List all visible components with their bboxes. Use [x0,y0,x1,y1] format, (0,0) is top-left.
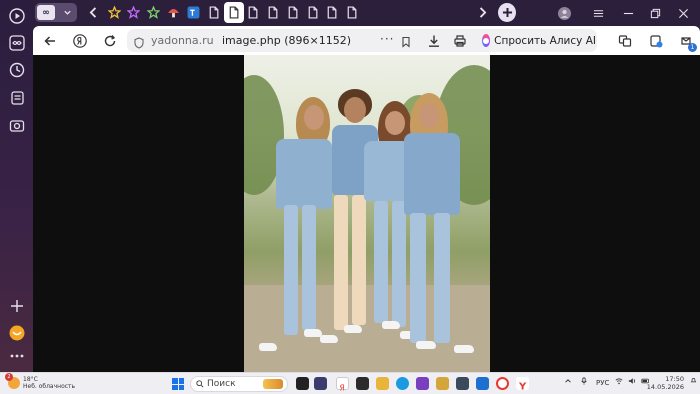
reload-button[interactable] [101,32,119,50]
task-view-icon[interactable] [296,377,309,390]
shield-icon[interactable] [133,34,146,49]
clock-date: 14.05.2026 [646,383,684,391]
chevron-right-icon[interactable] [473,3,491,22]
more-icon[interactable] [7,350,27,362]
download-icon[interactable] [425,32,443,50]
search-highlight-image [263,379,283,389]
url-domain[interactable]: yadonna.ru [151,34,214,47]
document-tab-icon[interactable] [303,3,321,22]
app-yellow-icon[interactable] [436,377,449,390]
document-tab-icon[interactable] [223,2,244,23]
ask-alice-label: Спросить Алису AI [494,34,596,47]
language-indicator[interactable]: РУС [596,379,609,387]
menu-icon[interactable] [589,4,607,22]
file-explorer-icon[interactable] [376,377,389,390]
document-tab-icon[interactable] [323,3,341,22]
screenshot-icon[interactable] [7,116,27,136]
chevron-left-icon[interactable] [84,3,102,22]
start-button[interactable] [172,378,184,390]
translate-icon[interactable] [616,32,634,50]
bookmark-icon[interactable] [400,33,414,48]
edge-icon[interactable] [396,377,409,390]
more-options-icon[interactable]: ··· [380,32,394,46]
star-tab-icon[interactable] [105,3,123,22]
document-tab-icon[interactable] [244,3,262,22]
profile-avatar[interactable] [555,4,573,22]
app-purple-icon[interactable] [416,377,429,390]
volume-icon[interactable] [628,377,636,387]
mushroom-tab-icon[interactable] [164,3,182,22]
play-icon[interactable] [7,6,27,26]
taskbar-search[interactable]: Поиск [190,376,288,392]
app-dark-icon[interactable] [356,377,369,390]
photo[interactable] [244,55,490,372]
infinity-icon[interactable] [7,33,27,53]
restore-icon[interactable] [646,4,664,22]
windows-taskbar: 2 18°C Неб. облачность Поиск Я Y РУС 17:… [0,372,700,394]
weather-widget[interactable]: 2 18°C Неб. облачность [5,373,76,390]
app-shield-icon[interactable] [314,377,327,390]
add-icon[interactable] [7,296,27,316]
zen-app-icon[interactable] [7,323,27,343]
weather-badge: 2 [5,373,13,381]
notification-badge: 1 [688,43,697,52]
yandex-app-icon[interactable]: Y [516,377,529,393]
collections-icon[interactable] [7,88,27,108]
microphone-icon[interactable] [580,377,588,387]
search-placeholder: Поиск [207,379,236,389]
svg-text:Я: Я [340,383,345,392]
opera-icon[interactable] [496,377,509,390]
extension-shield-icon[interactable] [647,32,665,50]
print-icon[interactable] [451,32,469,50]
chevron-down-icon[interactable] [59,5,75,20]
star-tab-icon[interactable] [145,3,163,22]
document-tab-icon[interactable] [263,3,281,22]
alice-icon [482,34,491,47]
document-tab-icon[interactable] [204,3,222,22]
tab-group[interactable]: ∞ [35,3,77,22]
browser-sidebar [0,0,33,372]
weather-condition: Неб. облачность [23,383,76,390]
notifications-icon[interactable]: 1 [677,32,697,52]
search-icon [196,380,204,388]
new-tab-button[interactable] [498,3,516,22]
tab-strip: ∞ [33,0,700,26]
page-title[interactable]: image.php (896×1152) [222,34,351,47]
weather-icon: 2 [5,373,20,389]
document-tab-icon[interactable] [283,3,301,22]
star-tab-icon[interactable] [125,3,143,22]
tab-group-label[interactable]: ∞ [37,5,55,20]
weather-temp: 18°C [23,376,38,383]
clock-time: 17:50 [665,375,684,383]
app-blue-icon[interactable] [476,377,489,390]
tw-tab-icon[interactable] [184,3,202,22]
close-icon[interactable] [674,4,692,22]
ask-alice-button[interactable]: Спросить Алису AI [478,30,596,51]
svg-text:Y: Y [518,382,527,393]
system-clock[interactable]: 17:50 14.05.2026 [647,375,684,391]
browser-toolbar: yadonna.ru image.php (896×1152) ··· Спро… [33,26,700,55]
wifi-icon[interactable] [615,377,623,387]
minimize-icon[interactable] [619,4,637,22]
notification-center-icon[interactable] [690,377,697,386]
yandex-logo-icon[interactable] [71,32,89,50]
tray-chevron-icon[interactable] [564,377,572,387]
yandex-browser-app-icon[interactable]: Я [336,377,349,392]
history-clock-icon[interactable] [7,60,27,80]
image-viewer [33,55,700,372]
app-shield-2-icon[interactable] [456,377,469,390]
document-tab-icon[interactable] [343,3,361,22]
back-button[interactable] [41,32,59,50]
